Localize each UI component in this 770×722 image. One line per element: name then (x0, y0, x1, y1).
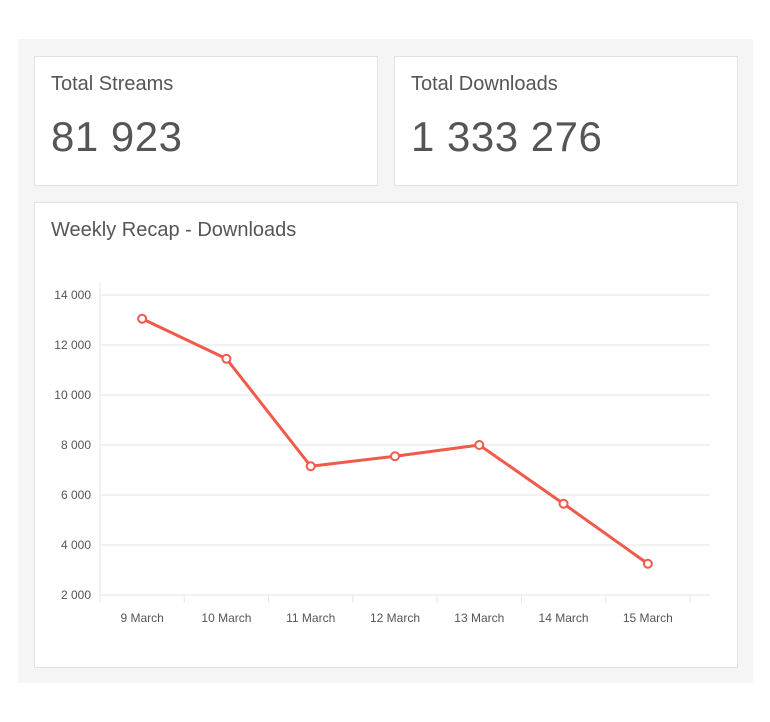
y-tick-label: 4 000 (61, 538, 91, 552)
data-point (137, 313, 148, 324)
y-tick-label: 6 000 (61, 488, 91, 502)
y-tick-label: 10 000 (54, 388, 91, 402)
data-point (390, 451, 400, 462)
data-point (305, 461, 316, 472)
data-point (474, 440, 485, 450)
series-line (141, 317, 649, 565)
y-tick-label: 2 000 (61, 588, 91, 602)
x-tick-label: 15 March (623, 611, 673, 625)
y-tick-label: 12 000 (54, 338, 91, 352)
x-tick-label: 11 March (286, 611, 335, 625)
x-tick-label: 14 March (539, 611, 589, 625)
data-point (558, 498, 569, 509)
y-tick-label: 8 000 (61, 438, 91, 452)
x-tick-label: 13 March (454, 611, 504, 625)
y-tick-label: 14 000 (54, 288, 91, 302)
x-tick-label: 12 March (370, 611, 420, 625)
data-point (642, 558, 653, 569)
x-tick-label: 9 March (120, 611, 163, 625)
data-point (221, 353, 232, 364)
downloads-line-chart: 2 000 4 000 6 000 8 000 10 000 12 000 14 000 9 … (54, 283, 710, 625)
x-tick-label: 10 March (201, 611, 251, 625)
